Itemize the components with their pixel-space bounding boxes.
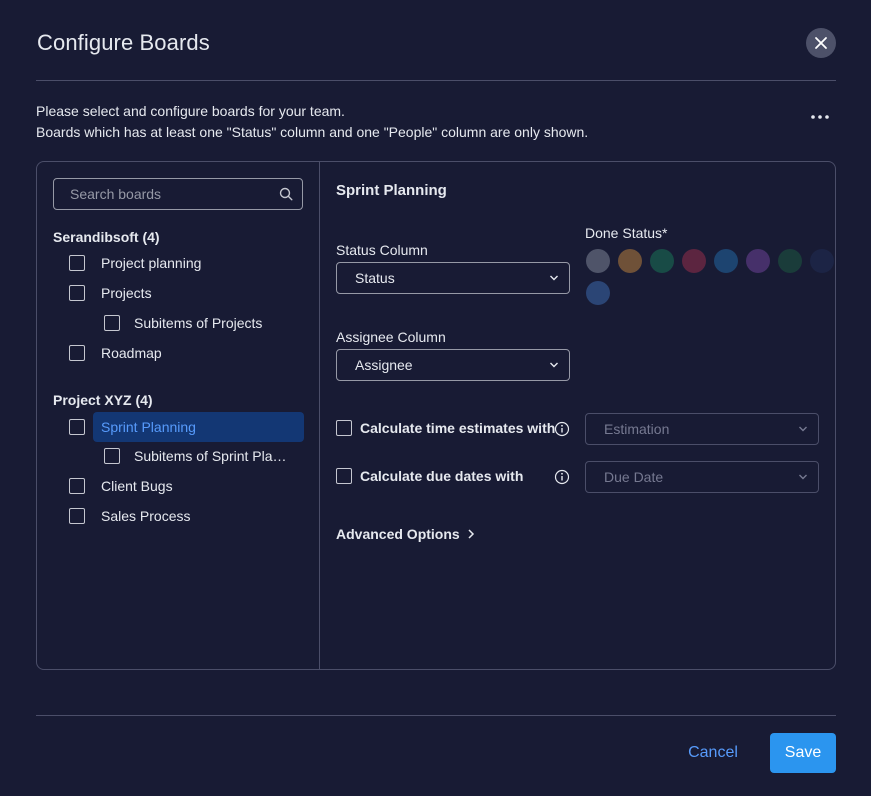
time-estimate-value: Estimation — [604, 421, 670, 437]
board-label: Roadmap — [101, 345, 162, 361]
selected-board-title: Sprint Planning — [336, 182, 447, 199]
board-checkbox[interactable] — [104, 315, 120, 331]
board-item-sales-process[interactable]: Sales Process — [69, 501, 190, 531]
boards-list-pane: Serandibsoft (4) Project planning Projec… — [37, 162, 320, 669]
status-swatch[interactable] — [682, 249, 706, 273]
status-swatch[interactable] — [586, 249, 610, 273]
workspace-title: Project XYZ (4) — [53, 392, 153, 408]
workspace-title: Serandibsoft (4) — [53, 229, 160, 245]
due-date-option[interactable]: Calculate due dates with — [336, 466, 523, 486]
due-date-value: Due Date — [604, 469, 664, 485]
advanced-options-toggle[interactable]: Advanced Options — [336, 526, 476, 542]
search-box — [53, 178, 303, 210]
footer-divider — [36, 715, 836, 716]
intro-line-1: Please select and configure boards for y… — [36, 103, 345, 119]
assignee-column-select[interactable]: Assignee — [336, 349, 570, 381]
more-options-button[interactable] — [806, 104, 834, 130]
time-estimate-checkbox[interactable] — [336, 420, 352, 436]
close-icon — [815, 37, 827, 49]
status-swatch[interactable] — [778, 249, 802, 273]
board-checkbox[interactable] — [69, 419, 85, 435]
intro-line-2: Boards which has at least one "Status" c… — [36, 124, 589, 140]
chevron-down-icon — [550, 362, 558, 368]
board-item-subitems-of-sprint-planning[interactable]: Subitems of Sprint Planning — [104, 441, 294, 471]
header-divider — [36, 80, 836, 81]
status-swatch[interactable] — [586, 281, 610, 305]
done-status-label: Done Status* — [585, 225, 668, 241]
info-icon[interactable] — [554, 421, 570, 437]
board-item-subitems-of-projects[interactable]: Subitems of Projects — [104, 308, 262, 338]
chevron-down-icon — [550, 275, 558, 281]
time-estimate-select[interactable]: Estimation — [585, 413, 819, 445]
board-checkbox[interactable] — [69, 285, 85, 301]
board-checkbox[interactable] — [104, 448, 120, 464]
chevron-down-icon — [799, 426, 807, 432]
assignee-column-value: Assignee — [355, 357, 413, 373]
board-label: Sales Process — [101, 508, 191, 524]
status-swatch[interactable] — [650, 249, 674, 273]
board-label: Subitems of Sprint Planning — [134, 448, 294, 464]
boards-panel: Serandibsoft (4) Project planning Projec… — [36, 161, 836, 670]
board-label: Sprint Planning — [101, 419, 196, 435]
status-swatch[interactable] — [810, 249, 834, 273]
status-column-value: Status — [355, 270, 395, 286]
board-label: Client Bugs — [101, 478, 173, 494]
board-config-pane: Sprint Planning Status Column Status Don… — [321, 162, 835, 669]
board-label: Project planning — [101, 255, 202, 271]
status-swatch[interactable] — [746, 249, 770, 273]
due-date-select[interactable]: Due Date — [585, 461, 819, 493]
advanced-options-label: Advanced Options — [336, 526, 460, 542]
configure-boards-dialog: Configure Boards Please select and confi… — [0, 0, 871, 796]
chevron-down-icon — [799, 474, 807, 480]
more-dots-icon — [811, 115, 829, 119]
board-item-sprint-planning[interactable]: Sprint Planning — [69, 412, 196, 442]
status-swatch[interactable] — [714, 249, 738, 273]
board-item-roadmap[interactable]: Roadmap — [69, 338, 162, 368]
chevron-right-icon — [468, 529, 474, 539]
intro-text: Please select and configure boards for y… — [36, 101, 588, 143]
status-column-label: Status Column — [336, 242, 428, 258]
dialog-title: Configure Boards — [37, 30, 210, 55]
due-date-label: Calculate due dates with — [360, 468, 524, 484]
save-button[interactable]: Save — [770, 733, 836, 773]
board-checkbox[interactable] — [69, 345, 85, 361]
assignee-column-label: Assignee Column — [336, 329, 446, 345]
time-estimate-label: Calculate time estimates with — [360, 420, 556, 436]
board-label: Subitems of Projects — [134, 315, 263, 331]
time-estimate-option[interactable]: Calculate time estimates with — [336, 418, 555, 438]
board-checkbox[interactable] — [69, 478, 85, 494]
board-checkbox[interactable] — [69, 508, 85, 524]
board-item-client-bugs[interactable]: Client Bugs — [69, 471, 173, 501]
board-label: Projects — [101, 285, 152, 301]
info-icon[interactable] — [554, 469, 570, 485]
search-input[interactable] — [54, 179, 302, 209]
status-swatch[interactable] — [618, 249, 642, 273]
board-item-projects[interactable]: Projects — [69, 278, 152, 308]
close-button[interactable] — [806, 28, 836, 58]
cancel-button[interactable]: Cancel — [672, 733, 754, 773]
due-date-checkbox[interactable] — [336, 468, 352, 484]
board-item-project-planning[interactable]: Project planning — [69, 248, 201, 278]
search-icon[interactable] — [279, 187, 293, 201]
status-column-select[interactable]: Status — [336, 262, 570, 294]
board-checkbox[interactable] — [69, 255, 85, 271]
